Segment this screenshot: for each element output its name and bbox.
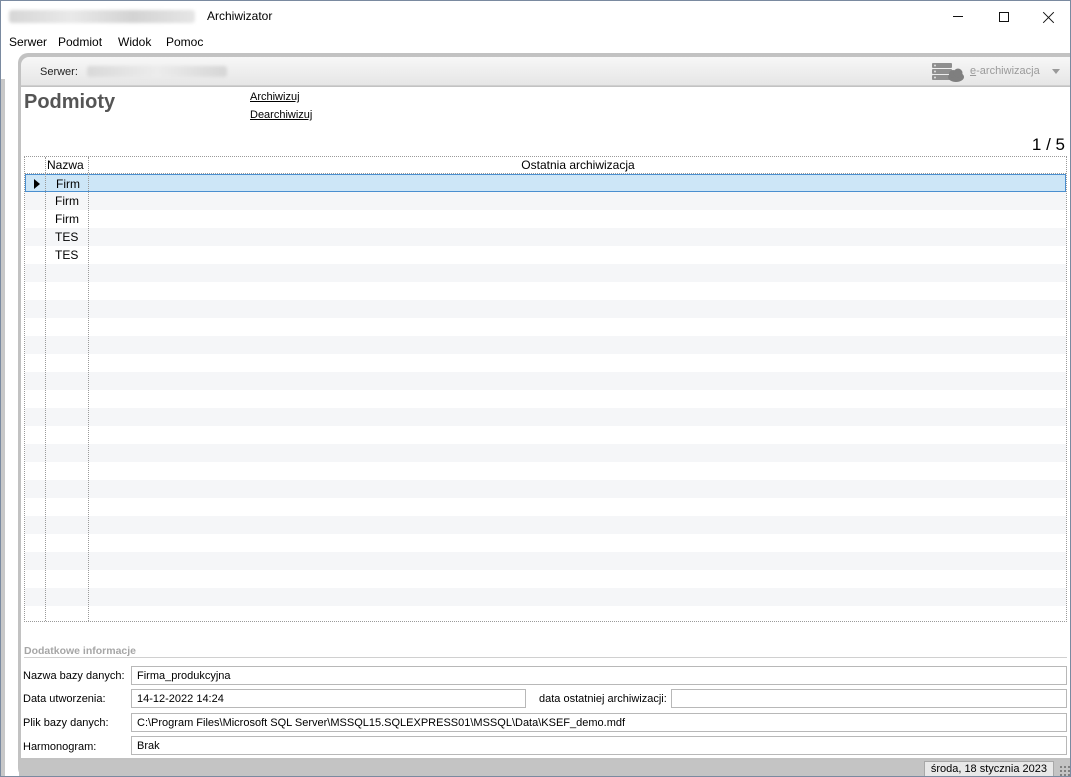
maximize-button[interactable] [981, 1, 1027, 32]
section-divider [24, 657, 1067, 658]
empty-row [25, 444, 1066, 462]
row-pointer-icon [34, 179, 40, 189]
minimize-button[interactable] [935, 1, 981, 32]
menu-serwer[interactable]: Serwer [9, 35, 47, 49]
db-file-field[interactable]: C:\Program Files\Microsoft SQL Server\MS… [131, 713, 1067, 732]
resize-grip-icon[interactable] [1059, 765, 1070, 776]
empty-row [25, 426, 1066, 444]
empty-row [25, 300, 1066, 318]
menu-pomoc[interactable]: Pomoc [166, 35, 203, 49]
last-archive-label: data ostatniej archiwizacji: [539, 693, 667, 705]
column-divider [45, 157, 46, 621]
empty-row [25, 390, 1066, 408]
maximize-icon [999, 11, 1009, 22]
window-title: Archiwizator [207, 9, 273, 23]
app-window: Archiwizator Serwer Podmiot Widok Pomoc … [0, 0, 1071, 777]
empty-row [25, 552, 1066, 570]
chevron-down-icon[interactable] [1052, 69, 1060, 74]
empty-row [25, 534, 1066, 552]
empty-row [25, 480, 1066, 498]
empty-row [25, 372, 1066, 390]
empty-row [25, 570, 1066, 588]
title-bar: Archiwizator [1, 1, 1070, 32]
table-row[interactable]: Firm [25, 174, 1066, 192]
last-archive-field[interactable] [671, 689, 1067, 708]
status-bar: środa, 18 stycznia 2023 [19, 760, 1070, 776]
menu-podmiot[interactable]: Podmiot [58, 35, 102, 49]
cell-name: Firm [55, 194, 79, 208]
db-name-field[interactable]: Firma_produkcyjna [131, 666, 1067, 685]
cell-name: TES [55, 248, 79, 262]
empty-row [25, 516, 1066, 534]
blurred-caption [9, 10, 195, 23]
empty-row [25, 462, 1066, 480]
menu-bar: Serwer Podmiot Widok Pomoc [1, 32, 1070, 52]
schedule-field[interactable]: Brak [131, 736, 1067, 755]
db-name-label: Nazwa bazy danych: [23, 670, 125, 682]
column-divider [88, 157, 89, 621]
page-title: Podmioty [24, 91, 116, 113]
table-row[interactable]: Firm [25, 192, 1066, 210]
column-header-nazwa[interactable]: Nazwa [47, 158, 84, 172]
cell-name: Firm [56, 177, 80, 191]
minimize-icon [953, 16, 963, 17]
menu-widok[interactable]: Widok [118, 35, 151, 49]
empty-row [25, 408, 1066, 426]
cell-name: TES [55, 230, 79, 244]
server-name-blurred [87, 66, 227, 77]
entities-grid[interactable]: Nazwa Ostatnia archiwizacja Firm Firm Fi… [24, 156, 1067, 622]
table-row[interactable]: TES [25, 246, 1066, 264]
cell-name: Firm [55, 212, 79, 226]
created-label: Data utworzenia: [23, 693, 106, 705]
table-row[interactable]: Firm [25, 210, 1066, 228]
server-label: Serwer: [40, 66, 78, 78]
server-bar: Serwer: e-archiwizacja [21, 57, 1070, 86]
column-header-last-archive[interactable]: Ostatnia archiwizacja [89, 158, 1066, 172]
unarchive-link[interactable]: Dearchiwizuj [250, 109, 312, 121]
section-title-additional-info: Dodatkowe informacje [24, 645, 137, 657]
empty-row [25, 588, 1066, 606]
grid-rows: Firm Firm Firm TES TES [25, 174, 1066, 621]
empty-row [25, 318, 1066, 336]
earchive-text: -archiwizacja [976, 65, 1040, 77]
close-icon [1043, 11, 1055, 23]
pager-indicator: 1 / 5 [1031, 135, 1065, 154]
empty-row [25, 354, 1066, 372]
empty-row [25, 498, 1066, 516]
empty-row [25, 282, 1066, 300]
schedule-label: Harmonogram: [23, 741, 97, 753]
table-row[interactable]: TES [25, 228, 1066, 246]
empty-row [25, 264, 1066, 282]
empty-row [25, 606, 1066, 621]
server-cloud-icon [932, 63, 964, 82]
status-date: środa, 18 stycznia 2023 [923, 761, 1054, 776]
archive-link[interactable]: Archiwizuj [250, 91, 300, 103]
content-area: Podmioty Archiwizuj Dearchiwizuj 1 / 5 N… [21, 87, 1070, 758]
grid-header: Nazwa Ostatnia archiwizacja [25, 157, 1066, 174]
db-file-label: Plik bazy danych: [23, 717, 109, 729]
earchive-link[interactable]: e-archiwizacja [970, 65, 1040, 77]
created-field[interactable]: 14-12-2022 14:24 [131, 689, 526, 708]
close-button[interactable] [1026, 1, 1070, 32]
empty-row [25, 336, 1066, 354]
left-border-strip [1, 79, 5, 776]
